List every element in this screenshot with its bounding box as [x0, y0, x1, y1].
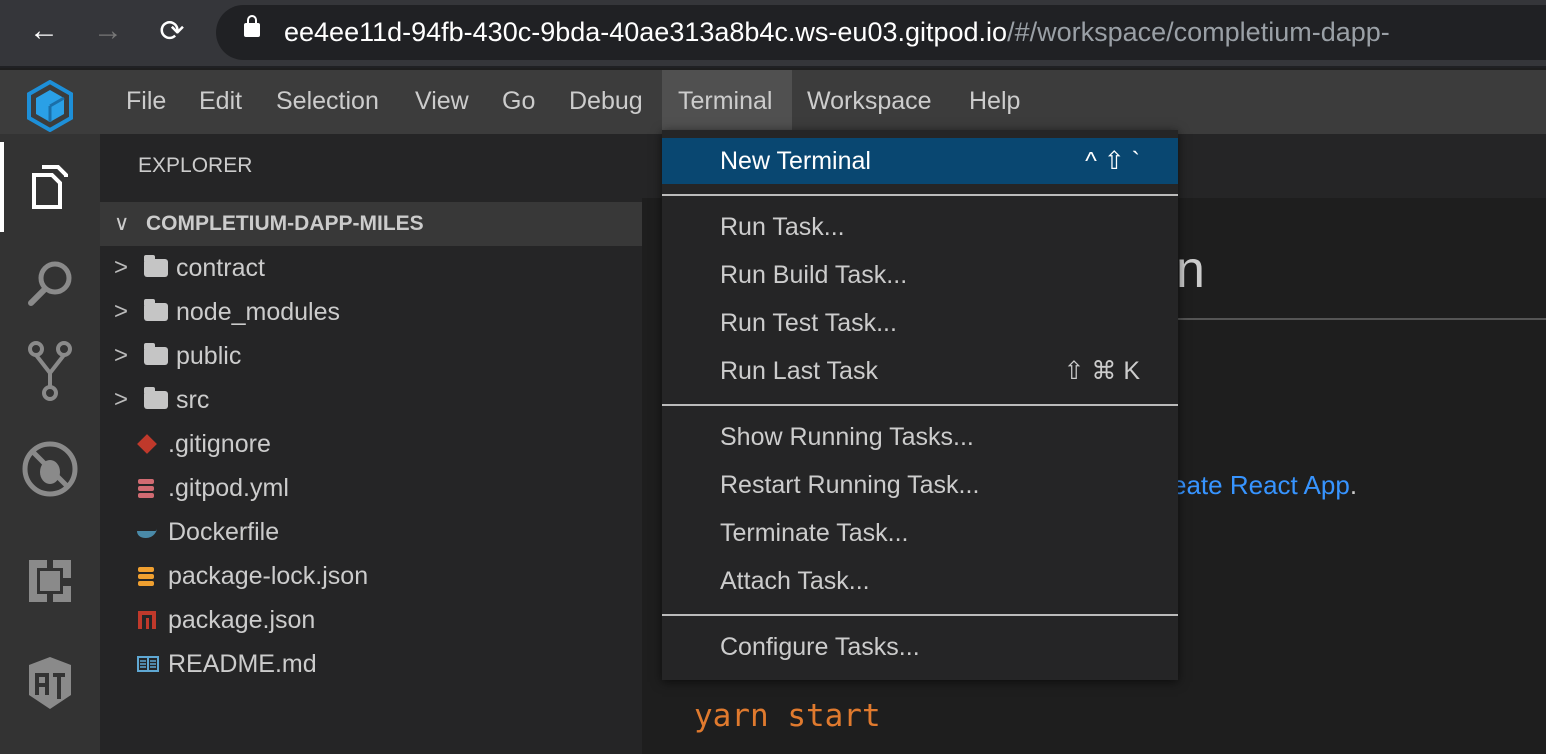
- folder-label: contract: [176, 254, 265, 282]
- tree-file-dockerfile[interactable]: Dockerfile: [100, 510, 642, 554]
- extensions-icon[interactable]: [0, 536, 100, 626]
- tree-folder-contract[interactable]: > contract: [100, 246, 642, 290]
- menu-go[interactable]: Go: [486, 70, 551, 130]
- url-host: ee4ee11d-94fb-430c-9bda-40ae313a8b4c.ws-…: [284, 17, 1008, 47]
- docker-icon: [137, 528, 157, 538]
- menu-view[interactable]: View: [399, 70, 485, 130]
- menu-selection[interactable]: Selection: [260, 70, 395, 130]
- menu-separator: [662, 194, 1178, 196]
- menu-debug[interactable]: Debug: [553, 70, 659, 130]
- npm-icon: [138, 611, 156, 629]
- back-arrow-icon[interactable]: ←: [24, 14, 64, 48]
- code-snippet: yarn start: [694, 698, 881, 734]
- link-suffix: .: [1349, 470, 1358, 500]
- activity-bar: [0, 134, 100, 754]
- menu-terminal[interactable]: Terminal: [662, 70, 792, 130]
- browser-toolbar: ← → ⟳ ee4ee11d-94fb-430c-9bda-40ae313a8b…: [0, 0, 1546, 68]
- terminal-menu-dropdown: New Terminal ^ ⇧ ` Run Task... Run Build …: [662, 130, 1178, 680]
- reload-icon[interactable]: ⟳: [152, 14, 192, 49]
- chevron-down-icon: ∨: [114, 212, 130, 235]
- address-bar[interactable]: ee4ee11d-94fb-430c-9bda-40ae313a8b4c.ws-…: [216, 5, 1546, 60]
- menu-configure-tasks[interactable]: Configure Tasks...: [662, 624, 1178, 670]
- create-react-app-link[interactable]: eate React App.: [1172, 470, 1357, 501]
- file-label: .gitignore: [168, 430, 271, 458]
- folder-label: src: [176, 386, 210, 414]
- explorer-title: EXPLORER: [138, 154, 253, 177]
- workspace-folder-header[interactable]: ∨ COMPLETIUM-DAPP-MILES: [100, 202, 642, 246]
- menu-label: New Terminal: [720, 147, 871, 175]
- folder-icon: [144, 299, 168, 321]
- search-icon[interactable]: [0, 238, 100, 328]
- readme-heading: n: [1176, 241, 1205, 299]
- gitpod-logo-icon: [27, 80, 73, 132]
- link-text[interactable]: eate React App: [1172, 470, 1350, 500]
- git-icon: [137, 434, 157, 454]
- chevron-right-icon: >: [114, 342, 129, 369]
- lock-icon: [244, 15, 260, 37]
- tree-file-package-json[interactable]: package.json: [100, 598, 642, 642]
- explorer-icon[interactable]: [0, 142, 100, 232]
- shortcut-label: ^ ⇧ `: [1085, 147, 1140, 175]
- menubar: File Edit Selection View Go Debug Termin…: [0, 70, 1546, 134]
- tree-folder-node-modules[interactable]: > node_modules: [100, 290, 642, 334]
- tree-folder-public[interactable]: > public: [100, 334, 642, 378]
- menu-show-running-tasks[interactable]: Show Running Tasks...: [662, 414, 1178, 460]
- menu-label: Run Last Task: [720, 357, 878, 385]
- folder-label: node_modules: [176, 298, 341, 326]
- menu-separator: [662, 404, 1178, 406]
- explorer-sidebar: EXPLORER ∨ COMPLETIUM-DAPP-MILES > contra…: [100, 134, 642, 754]
- menu-edit[interactable]: Edit: [183, 70, 258, 130]
- tree-file-package-lock-json[interactable]: package-lock.json: [100, 554, 642, 598]
- tree-file-gitignore[interactable]: .gitignore: [100, 422, 642, 466]
- forward-arrow-icon[interactable]: →: [88, 14, 128, 48]
- file-label: README.md: [168, 650, 317, 678]
- menu-run-test-task[interactable]: Run Test Task...: [662, 300, 1178, 346]
- menu-run-last-task[interactable]: Run Last Task ⇧ ⌘ K: [662, 348, 1178, 394]
- folder-icon: [144, 255, 168, 277]
- menu-run-task[interactable]: Run Task...: [662, 204, 1178, 250]
- source-control-icon[interactable]: [0, 326, 100, 416]
- file-label: .gitpod.yml: [168, 474, 289, 502]
- tree-file-readme-md[interactable]: README.md: [100, 642, 642, 686]
- menu-workspace[interactable]: Workspace: [791, 70, 948, 130]
- file-label: Dockerfile: [168, 518, 280, 546]
- yaml-database-icon: [138, 479, 154, 498]
- url-path: /#/workspace/completium-dapp-: [1007, 17, 1390, 47]
- menu-attach-task[interactable]: Attach Task...: [662, 558, 1178, 604]
- workspace-folder-name: COMPLETIUM-DAPP-MILES: [146, 212, 424, 235]
- menu-file[interactable]: File: [110, 70, 182, 130]
- menu-new-terminal[interactable]: New Terminal ^ ⇧ `: [662, 138, 1178, 184]
- menu-terminate-task[interactable]: Terminate Task...: [662, 510, 1178, 556]
- menu-restart-running-task[interactable]: Restart Running Task...: [662, 462, 1178, 508]
- chevron-right-icon: >: [114, 254, 129, 281]
- lock-database-icon: [138, 567, 154, 586]
- file-label: package.json: [168, 606, 316, 634]
- folder-icon: [144, 343, 168, 365]
- shortcut-label: ⇧ ⌘ K: [1063, 357, 1140, 385]
- menu-separator: [662, 614, 1178, 616]
- chevron-right-icon: >: [114, 386, 129, 413]
- chevron-right-icon: >: [114, 298, 129, 325]
- debug-disabled-icon[interactable]: [0, 424, 100, 514]
- folder-label: public: [176, 342, 242, 370]
- heading-divider: [1178, 318, 1546, 320]
- file-label: package-lock.json: [168, 562, 369, 590]
- tree-folder-src[interactable]: > src: [100, 378, 642, 422]
- menu-run-build-task[interactable]: Run Build Task...: [662, 252, 1178, 298]
- folder-icon: [144, 387, 168, 409]
- archetype-icon[interactable]: [0, 638, 100, 728]
- tree-file-gitpod-yml[interactable]: .gitpod.yml: [100, 466, 642, 510]
- menu-help[interactable]: Help: [953, 70, 1036, 130]
- book-icon: [137, 656, 159, 672]
